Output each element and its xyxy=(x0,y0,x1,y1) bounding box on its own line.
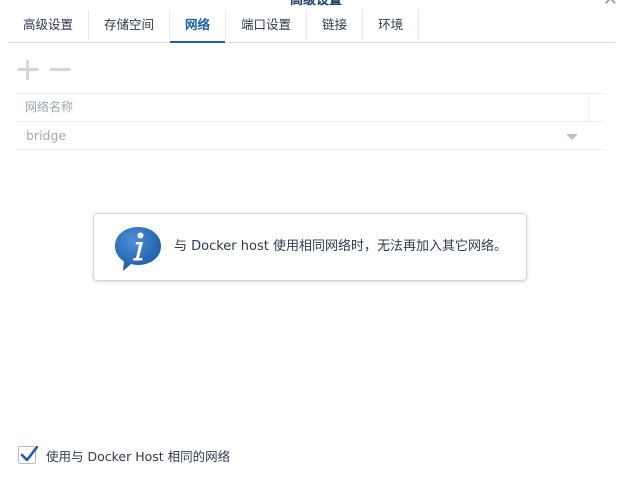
use-host-network-option[interactable]: 使用与 Docker Host 相同的网络 xyxy=(18,445,230,465)
chevron-down-icon[interactable] xyxy=(566,134,578,140)
tab-port-settings[interactable]: 端口设置 xyxy=(226,10,308,40)
checkmark-icon xyxy=(20,446,38,462)
tab-environment[interactable]: 环境 xyxy=(363,10,420,40)
column-divider[interactable] xyxy=(588,94,589,121)
network-toolbar xyxy=(16,58,72,82)
grid-header: 网络名称 xyxy=(16,93,605,122)
tab-storage[interactable]: 存储空间 xyxy=(89,10,171,40)
info-bubble-icon xyxy=(115,227,161,271)
network-name-cell: bridge xyxy=(26,128,67,143)
tab-links[interactable]: 链接 xyxy=(307,10,364,40)
window-title-bar: 高级设置 ✕ xyxy=(0,0,632,8)
remove-network-button[interactable] xyxy=(48,58,72,82)
column-header-network-name: 网络名称 xyxy=(25,100,74,114)
tab-network[interactable]: 网络 xyxy=(170,10,227,43)
network-grid: 网络名称 bridge xyxy=(16,93,605,150)
add-network-button[interactable] xyxy=(16,58,40,82)
close-icon[interactable]: ✕ xyxy=(603,0,618,8)
info-message: 与 Docker host 使用相同网络时，无法再加入其它网络。 xyxy=(174,239,507,254)
use-host-network-label: 使用与 Docker Host 相同的网络 xyxy=(46,448,231,464)
info-tooltip: 与 Docker host 使用相同网络时，无法再加入其它网络。 xyxy=(93,213,527,281)
tab-bar: 高级设置 存储空间 网络 端口设置 链接 环境 xyxy=(8,10,615,43)
table-row[interactable]: bridge xyxy=(16,122,605,150)
window-title: 高级设置 xyxy=(289,0,342,8)
use-host-network-checkbox[interactable] xyxy=(18,446,38,464)
tab-advanced-settings[interactable]: 高级设置 xyxy=(8,10,90,40)
